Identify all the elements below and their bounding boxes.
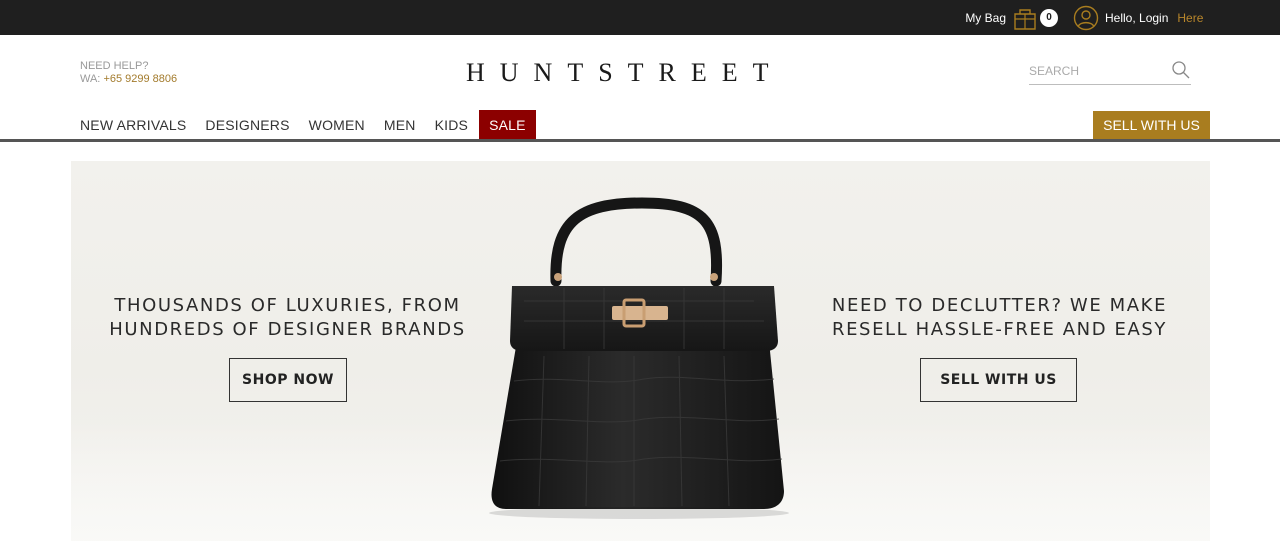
need-help-title: NEED HELP? (80, 60, 149, 72)
handbag-image (489, 197, 789, 519)
nav-divider (0, 139, 1280, 142)
nav-women[interactable]: WOMEN (309, 117, 365, 133)
hero-left-line-1: THOUSANDS OF LUXURIES, FROM (114, 295, 461, 316)
need-help-contact: NEED HELP? WA: +65 9299 8806 (80, 60, 177, 86)
sell-with-us-nav-button[interactable]: SELL WITH US (1093, 111, 1210, 139)
my-bag-link[interactable]: My Bag 0 (965, 0, 1058, 35)
hero-left-line-2: HUNDREDS OF DESIGNER BRANDS (109, 319, 466, 340)
hero-right-tagline: NEED TO DECLUTTER? WE MAKE RESELL HASSLE… (822, 294, 1177, 342)
whatsapp-prefix: WA: (80, 73, 104, 85)
nav-men[interactable]: MEN (384, 117, 416, 133)
shop-now-button[interactable]: SHOP NOW (229, 358, 347, 402)
sell-with-us-hero-button[interactable]: SELL WITH US (920, 358, 1077, 402)
hero-right-line-1: NEED TO DECLUTTER? WE MAKE (831, 295, 1168, 316)
search-box (1029, 57, 1191, 85)
main-navigation: NEW ARRIVALS DESIGNERS WOMEN MEN KIDS SA… (80, 110, 536, 140)
top-bar: My Bag 0 Hello, Login Here (0, 0, 1280, 35)
shopping-bag-icon[interactable] (1012, 5, 1038, 31)
nav-new-arrivals[interactable]: NEW ARRIVALS (80, 117, 186, 133)
nav-designers[interactable]: DESIGNERS (205, 117, 289, 133)
login-here-link[interactable]: Here (1177, 11, 1203, 25)
whatsapp-line: WA: +65 9299 8806 (80, 73, 177, 86)
site-logo[interactable]: HUNTSTREET (466, 58, 826, 88)
nav-kids[interactable]: KIDS (435, 117, 468, 133)
my-bag-label: My Bag (965, 10, 1006, 25)
search-input[interactable] (1029, 61, 1164, 81)
nav-sale[interactable]: SALE (479, 110, 536, 140)
hero-left-tagline: THOUSANDS OF LUXURIES, FROM HUNDREDS OF … (106, 294, 469, 342)
hello-login-text: Hello, Login (1105, 10, 1169, 25)
whatsapp-number[interactable]: +65 9299 8806 (103, 73, 177, 85)
hero-right-line-2: RESELL HASSLE-FREE AND EASY (831, 319, 1168, 340)
user-circle-icon[interactable] (1073, 5, 1099, 31)
search-icon[interactable] (1171, 60, 1191, 80)
user-account: Hello, Login Here (1073, 0, 1203, 35)
bag-count-badge: 0 (1040, 8, 1058, 27)
hero-banner: THOUSANDS OF LUXURIES, FROM HUNDREDS OF … (71, 161, 1210, 541)
